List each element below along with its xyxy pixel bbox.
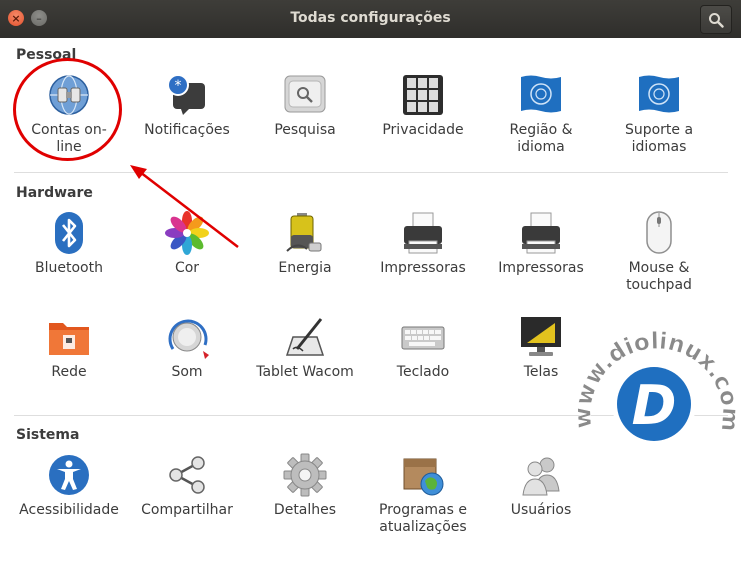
item-label: Região & idioma <box>509 122 573 155</box>
item-usuarios[interactable]: Usuários <box>482 453 600 553</box>
item-label: Som <box>171 364 203 380</box>
window-titlebar: × – Todas configurações <box>0 0 741 38</box>
item-notificacoes[interactable]: * Notificações <box>128 73 246 173</box>
users-icon <box>522 457 560 496</box>
item-label: Telas <box>523 364 559 380</box>
svg-text:*: * <box>175 78 182 94</box>
item-som[interactable]: Som <box>128 315 246 415</box>
item-label: Contas on- line <box>31 122 107 155</box>
section-title-pessoal: Pessoal <box>16 47 77 63</box>
online-accounts-icon <box>49 75 89 115</box>
software-updates-icon <box>403 458 444 496</box>
notifications-icon: * <box>167 74 205 115</box>
item-tablet-wacom[interactable]: Tablet Wacom <box>246 315 364 415</box>
item-suporte-idiomas[interactable]: Suporte a idiomas <box>600 73 718 173</box>
printer-icon <box>404 212 442 254</box>
section-title-hardware: Hardware <box>16 185 93 201</box>
item-label: Compartilhar <box>141 502 233 518</box>
item-label: Tablet Wacom <box>256 364 354 380</box>
item-label: Energia <box>278 260 332 276</box>
item-label: Usuários <box>510 502 572 518</box>
section-divider <box>14 415 728 416</box>
item-regiao-idioma[interactable]: Região & idioma <box>482 73 600 173</box>
accessibility-icon <box>49 455 89 495</box>
item-energia[interactable]: Energia <box>246 211 364 311</box>
section-title-sistema: Sistema <box>16 427 80 443</box>
color-icon <box>165 211 209 255</box>
sound-knob-icon <box>168 319 209 359</box>
item-label: Detalhes <box>273 502 337 518</box>
item-label: Bluetooth <box>35 260 103 276</box>
display-icon <box>521 317 561 356</box>
item-acessibilidade[interactable]: Acessibilidade <box>10 453 128 553</box>
item-contas-online[interactable]: Contas on- line <box>10 73 128 173</box>
keyboard-icon <box>401 326 445 350</box>
item-label: Impressoras <box>380 260 466 276</box>
network-folder-icon <box>49 323 89 355</box>
item-rede[interactable]: Rede <box>10 315 128 415</box>
watermark-letter: D <box>632 374 677 437</box>
mouse-icon <box>646 211 672 254</box>
item-programas-atualizacoes[interactable]: Programas e atualizações <box>364 453 482 553</box>
item-impressoras-2[interactable]: Impressoras <box>482 211 600 311</box>
power-battery-icon <box>286 213 322 252</box>
share-icon <box>169 456 205 494</box>
item-telas[interactable]: Telas <box>482 315 600 415</box>
language-flag-icon <box>639 75 679 113</box>
item-label: Privacidade <box>382 122 464 138</box>
region-flag-icon <box>521 75 561 113</box>
bluetooth-icon <box>55 212 83 254</box>
item-compartilhar[interactable]: Compartilhar <box>128 453 246 553</box>
section-divider <box>14 172 728 173</box>
item-impressoras-1[interactable]: Impressoras <box>364 211 482 311</box>
item-label: Programas e atualizações <box>378 502 467 535</box>
search-button[interactable] <box>700 5 732 34</box>
item-label: Impressoras <box>498 260 584 276</box>
item-label: Suporte a idiomas <box>624 122 694 155</box>
search-icon <box>709 12 724 28</box>
item-label: Acessibilidade <box>19 502 119 518</box>
item-pesquisa[interactable]: Pesquisa <box>246 73 364 173</box>
privacy-icon <box>403 75 443 115</box>
window-title: Todas configurações <box>290 10 451 26</box>
item-teclado[interactable]: Teclado <box>364 315 482 415</box>
search-settings-icon <box>284 75 326 113</box>
item-cor[interactable]: Cor <box>128 211 246 311</box>
item-privacidade[interactable]: Privacidade <box>364 73 482 173</box>
item-detalhes[interactable]: Detalhes <box>246 453 364 553</box>
item-label: Pesquisa <box>274 122 336 138</box>
item-label: Notificações <box>144 122 230 138</box>
item-mouse-touchpad[interactable]: Mouse & touchpad <box>600 211 718 311</box>
details-gear-icon <box>283 453 327 497</box>
printer-icon <box>522 212 560 254</box>
item-label: Rede <box>51 364 87 380</box>
item-label: Cor <box>174 260 200 276</box>
item-label: Teclado <box>396 364 450 380</box>
item-label: Mouse & touchpad <box>626 260 692 293</box>
item-bluetooth[interactable]: Bluetooth <box>10 211 128 311</box>
tablet-pen-icon <box>285 318 325 356</box>
